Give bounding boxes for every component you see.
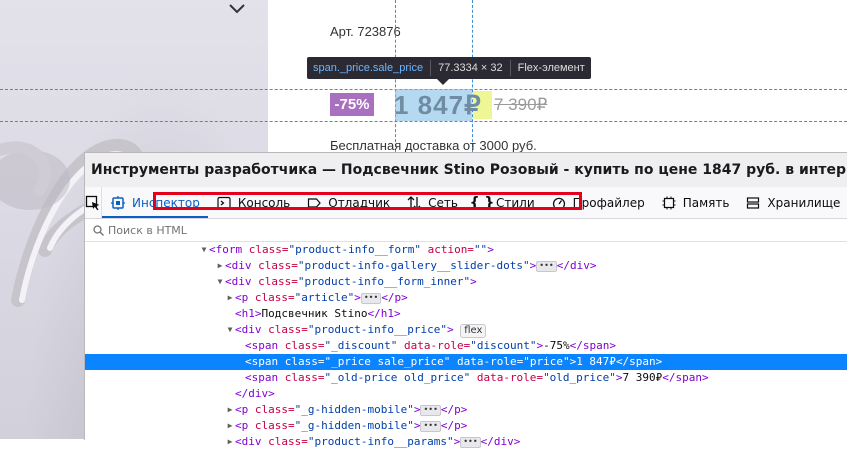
tab-memory-label: Память (682, 195, 730, 210)
tooltip-kind: Flex-элемент (517, 62, 585, 74)
devtools-toolbar: Инспектор Консоль Отладчик Сеть { } Стил… (85, 187, 847, 219)
network-icon (406, 195, 422, 211)
tab-network-label: Сеть (428, 195, 458, 210)
memory-icon (661, 195, 677, 211)
tooltip-size: 77.3334 × 32 (438, 62, 503, 74)
tab-console-label: Консоль (237, 195, 291, 210)
performance-icon (551, 195, 567, 211)
collapse-arrow-icon[interactable]: ▼ (225, 322, 235, 338)
tree-row-form-inner[interactable]: ▼ <div class="product-info__form_inner"> (85, 274, 847, 290)
tab-debugger-label: Отладчик (328, 195, 391, 210)
braces-icon: { } (469, 194, 495, 211)
collapsed-content-icon[interactable]: ••• (536, 260, 557, 272)
product-sku: Арт. 723876 (330, 24, 401, 39)
tab-storage-label: Хранилище (767, 195, 841, 210)
collapsed-content-icon[interactable]: ••• (420, 420, 441, 432)
expand-arrow-icon[interactable]: ▶ (225, 402, 235, 418)
element-picker-icon (85, 195, 100, 210)
tree-row-h1[interactable]: <h1>Подсвечник Stino</h1> (85, 306, 847, 322)
debugger-icon (306, 195, 322, 211)
collapsed-content-icon[interactable]: ••• (460, 436, 481, 448)
delivery-note: Бесплатная доставка от 3000 руб. (330, 138, 537, 153)
tree-row-hidden-mobile-1[interactable]: ▶ <p class="_g-hidden-mobile"> ••• </p> (85, 402, 847, 418)
tree-row-form[interactable]: ▼ <form class="product-info__form" action… (85, 242, 847, 258)
discount-badge: -75% (330, 93, 374, 116)
inspector-icon (110, 195, 126, 211)
html-search-bar[interactable]: Поиск в HTML (85, 219, 847, 242)
tab-network[interactable]: Сеть (398, 187, 466, 218)
collapsed-content-icon[interactable]: ••• (360, 292, 382, 304)
tab-console[interactable]: Консоль (208, 187, 298, 218)
tree-row-slider-dots[interactable]: ▶ <div class="product-info-gallery__slide… (85, 258, 847, 274)
tree-row-div-close[interactable]: </div> (85, 386, 847, 402)
tree-row-article[interactable]: ▶ <p class="article"> ••• </p> (85, 290, 847, 306)
tooltip-selector: span._price.sale_price (313, 62, 424, 74)
tab-performance-label: Профайлер (572, 195, 645, 210)
collapse-arrow-icon[interactable]: ▼ (215, 274, 225, 290)
storage-icon (745, 195, 761, 211)
chevron-down-icon[interactable] (228, 2, 246, 16)
tree-row-price-container[interactable]: ▼ <div class="product-info__price"> flex (85, 322, 847, 338)
devtools-window: Инструменты разработчика — Подсвечник St… (84, 152, 847, 448)
tab-performance[interactable]: Профайлер (543, 187, 653, 218)
expand-arrow-icon[interactable]: ▶ (225, 434, 235, 450)
old-price: 7 390₽ (494, 95, 548, 114)
expand-arrow-icon[interactable]: ▶ (215, 258, 225, 274)
tab-inspector-label: Инспектор (132, 195, 200, 210)
tooltip-arrow (437, 79, 449, 85)
element-picker-button[interactable] (85, 187, 102, 218)
element-highlight-tooltip: span._price.sale_price 77.3334 × 32 Flex… (307, 57, 591, 79)
devtools-title: Инструменты разработчика — Подсвечник St… (85, 153, 847, 187)
tab-styles[interactable]: { } Стили (466, 187, 543, 218)
tree-row-price-selected[interactable]: <span class="_price sale_price" data-rol… (85, 354, 847, 370)
tree-row-old-price[interactable]: <span class="_old-price old_price" data-… (85, 370, 847, 386)
highlight-guide-bottom (0, 121, 847, 122)
expand-arrow-icon[interactable]: ▶ (225, 418, 235, 434)
sale-price: 1 847₽ (394, 90, 482, 120)
markup-tree: ▼ <form class="product-info__form" action… (85, 242, 847, 450)
tab-memory[interactable]: Память (653, 187, 738, 218)
tab-inspector[interactable]: Инспектор (102, 187, 208, 218)
tab-debugger[interactable]: Отладчик (298, 187, 398, 218)
expand-arrow-icon[interactable]: ▶ (225, 290, 235, 306)
tree-row-params[interactable]: ▶ <div class="product-info__params"> ••• </… (85, 434, 847, 450)
tab-styles-label: Стили (495, 195, 535, 210)
search-icon (93, 224, 104, 236)
collapse-arrow-icon[interactable]: ▼ (199, 242, 209, 258)
flex-badge[interactable]: flex (460, 324, 487, 338)
console-icon (216, 195, 232, 211)
tree-row-hidden-mobile-2[interactable]: ▶ <p class="_g-hidden-mobile"> ••• </p> (85, 418, 847, 434)
tab-storage[interactable]: Хранилище (737, 187, 847, 218)
html-search-input[interactable]: Поиск в HTML (108, 224, 187, 237)
tree-row-discount[interactable]: <span class="_discount" data-role="disco… (85, 338, 847, 354)
collapsed-content-icon[interactable]: ••• (420, 404, 441, 416)
